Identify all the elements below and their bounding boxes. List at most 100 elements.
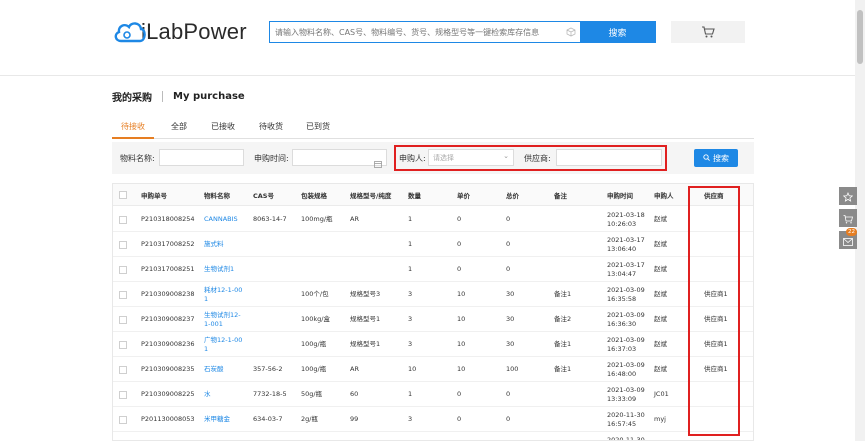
row-checkbox[interactable]	[119, 291, 127, 299]
row-checkbox[interactable]	[119, 241, 127, 249]
scrollbar-thumb[interactable]	[857, 10, 863, 64]
tab-received[interactable]: 已接收	[211, 121, 235, 132]
cell-material-name-link[interactable]: CANNABIS	[204, 215, 238, 224]
cell-apply-time: 2021-03-17 13:04:47	[607, 261, 645, 279]
table-row[interactable]: P210317008251 生物试剂1 1 0 0 2021-03-17 13:04:47 赵…	[113, 257, 753, 282]
cell-material-name-link[interactable]: 生物试剂1	[204, 265, 234, 274]
cell-price: 0	[457, 215, 462, 223]
global-search-button[interactable]: 搜索	[580, 22, 655, 42]
material-name-line1: 生物试剂12-	[204, 311, 241, 319]
table-row[interactable]: P201130008053 米甲糖金 634-03-7 2g/瓶 99 3 0 0 2020-1…	[113, 407, 753, 432]
cube-icon	[562, 22, 580, 42]
cell-applicant: 赵斌	[654, 240, 667, 248]
cell-material-name-link[interactable]: 石炭酸	[204, 365, 224, 374]
cell-qty: 10	[408, 365, 417, 373]
row-checkbox[interactable]	[119, 216, 127, 224]
highlight-supplier-column	[688, 186, 740, 436]
tab-arrived[interactable]: 已到货	[306, 121, 330, 132]
cell-order-no: P201130008053	[141, 415, 195, 423]
cell-price: 0	[457, 265, 462, 273]
cell-applicant: 赵斌	[654, 265, 667, 273]
col-material-name: 物料名称	[204, 192, 230, 200]
cell-apply-time: 2021-03-09 16:37:03	[607, 336, 645, 354]
material-name-line1: 石炭酸	[204, 365, 224, 373]
row-checkbox[interactable]	[119, 341, 127, 349]
table-row[interactable]: P210309008238 耗材12-1-00 1 100个/包 规格型号3 3 10 30 备…	[113, 282, 753, 307]
table-row[interactable]: P210318008254 CANNABIS 8063-14-7 100mg/瓶 AR 1…	[113, 207, 753, 232]
table-row[interactable]: P210317008252 施式料 1 0 0 2021-03-17 13:06:40 赵斌	[113, 232, 753, 257]
row-checkbox[interactable]	[119, 316, 127, 324]
cell-material-name-link[interactable]: 生物试剂12- 1-001	[204, 311, 241, 329]
apply-time-input[interactable]	[292, 149, 387, 168]
cell-package: 100g/瓶	[301, 340, 327, 348]
cell-order-no: P210317008252	[141, 240, 195, 248]
page: iLabPower 搜索 我的采购 My purchase 待接收 全部 已接收…	[0, 0, 865, 441]
cell-material-name-link[interactable]: 耗材12-1-00 1	[204, 286, 242, 304]
cell-total: 0	[506, 240, 511, 248]
cell-order-no: P210309008235	[141, 365, 195, 373]
cell-material-name-link[interactable]: 广物12-1-00 1	[204, 336, 242, 354]
row-checkbox[interactable]	[119, 266, 127, 274]
cell-applicant: myj	[654, 415, 666, 423]
cell-material-name-link[interactable]: 水	[204, 390, 211, 399]
side-cart-button[interactable]	[839, 209, 857, 227]
cell-spec: 规格型号1	[350, 315, 381, 323]
table-row[interactable]: P210309008235 石炭酸 357-56-2 100g/瓶 AR 10 10 100 备…	[113, 357, 753, 382]
tab-pending-receive[interactable]: 待接收	[121, 121, 145, 132]
cell-order-no: P210317008251	[141, 265, 195, 273]
cell-package: 50g/瓶	[301, 390, 323, 398]
table-row[interactable]: P210309008236 广物12-1-00 1 100g/瓶 规格型号1 3 10 30 备…	[113, 332, 753, 357]
cart-button[interactable]	[671, 21, 745, 43]
favorite-button[interactable]	[839, 187, 857, 205]
row-checkbox[interactable]	[119, 366, 127, 374]
table-row[interactable]: P210309008225 水 7732-18-5 50g/瓶 60 1 0 0 2021-03…	[113, 382, 753, 407]
row-checkbox[interactable]	[119, 416, 127, 424]
cell-price: 0	[457, 240, 462, 248]
cell-qty: 1	[408, 390, 413, 398]
apply-time: 13:04:47	[607, 270, 637, 278]
apply-date: 2020-11-30	[607, 411, 645, 419]
tab-all[interactable]: 全部	[171, 121, 187, 132]
table-row[interactable]: 2020-11-30	[113, 432, 753, 440]
cell-package: 100mg/瓶	[301, 215, 333, 223]
row-checkbox[interactable]	[119, 391, 127, 399]
col-spec: 规格型号/纯度	[350, 192, 392, 200]
cell-apply-time: 2021-03-09 16:48:00	[607, 361, 645, 379]
global-search-input[interactable]	[270, 22, 562, 42]
cell-apply-time: 2020-11-30	[607, 436, 645, 440]
select-all-checkbox[interactable]	[119, 191, 127, 199]
apply-date: 2021-03-18	[607, 211, 645, 219]
cell-remark: 备注1	[554, 290, 572, 298]
apply-date: 2021-03-09	[607, 336, 645, 344]
cell-total: 30	[506, 315, 515, 323]
tab-awaiting-delivery[interactable]: 待收货	[259, 121, 283, 132]
material-name-input[interactable]	[159, 149, 244, 166]
cell-applicant: 赵斌	[654, 290, 667, 298]
cell-qty: 1	[408, 215, 413, 223]
cell-total: 30	[506, 290, 515, 298]
page-title-en: My purchase	[173, 91, 245, 102]
cell-price: 10	[457, 290, 466, 298]
cart-icon	[843, 209, 854, 228]
cell-apply-time: 2020-11-30 16:57:45	[607, 411, 645, 429]
query-button[interactable]: 搜索	[694, 149, 738, 167]
cell-apply-time: 2021-03-09 16:35:58	[607, 286, 645, 304]
apply-date: 2021-03-09	[607, 386, 645, 394]
table-row[interactable]: P210309008237 生物试剂12- 1-001 100kg/盒 规格型号1 3 10…	[113, 307, 753, 332]
cell-applicant: 赵斌	[654, 340, 667, 348]
col-applicant: 申购人	[654, 192, 674, 200]
cell-spec: 规格型号1	[350, 340, 381, 348]
status-tabs: 待接收 全部 已接收 待收货 已到货	[112, 119, 754, 139]
cell-spec: AR	[350, 365, 359, 373]
cell-qty: 3	[408, 415, 413, 423]
title-divider	[162, 91, 163, 102]
page-title-cn: 我的采购	[112, 93, 152, 104]
cell-total: 100	[506, 365, 519, 373]
cell-spec: 60	[350, 390, 359, 398]
cart-icon	[701, 23, 715, 42]
cell-total: 0	[506, 265, 511, 273]
logo[interactable]: iLabPower	[113, 18, 247, 46]
cell-material-name-link[interactable]: 施式料	[204, 240, 224, 249]
cell-material-name-link[interactable]: 米甲糖金	[204, 415, 230, 424]
brand-name: iLabPower	[141, 19, 247, 44]
